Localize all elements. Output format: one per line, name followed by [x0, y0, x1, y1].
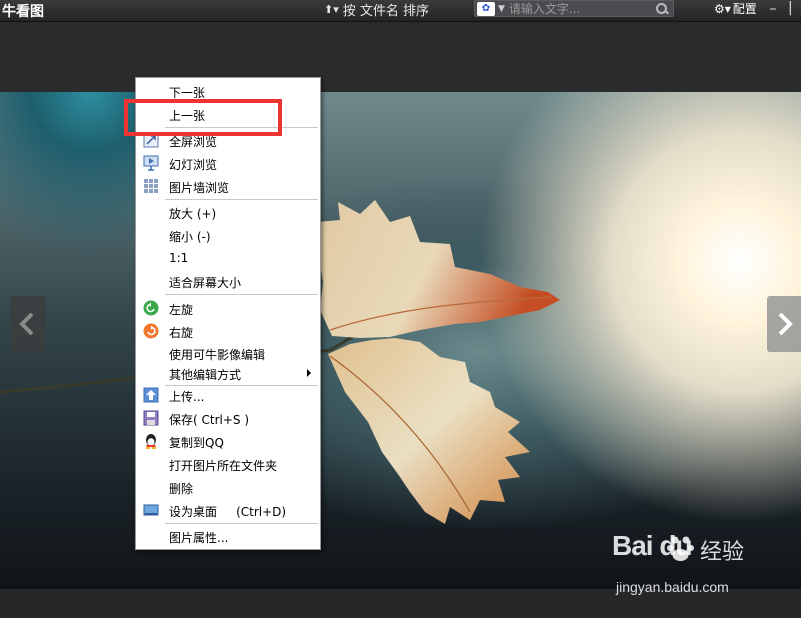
rotate-right-icon	[143, 323, 159, 339]
menu-item-label: 1:1	[169, 251, 189, 265]
menu-item-label: 设为桌面 (Ctrl+D)	[169, 505, 287, 519]
title-bar: 牛看图 ⬆▾ 按 文件名 排序 ✿ ▼ ⚙▾ 配置 – |	[0, 0, 801, 22]
menu-separator	[165, 199, 318, 200]
menu-item-label: 左旋	[169, 303, 194, 317]
search-box: ✿ ▼	[474, 0, 674, 17]
menu-item-label: 缩小 (-)	[169, 230, 211, 244]
image-viewer[interactable]	[0, 92, 801, 589]
chevron-left-icon	[19, 312, 34, 336]
menu-item-copy-to-qq[interactable]: 复制到QQ	[136, 430, 320, 452]
menu-item-zoom-out[interactable]: 缩小 (-)	[136, 224, 320, 246]
menu-item-label: 图片墙浏览	[169, 181, 230, 195]
menu-item-open-folder[interactable]: 打开图片所在文件夹	[136, 453, 320, 475]
chevron-right-icon	[778, 312, 793, 336]
slideshow-icon	[143, 155, 159, 171]
watermark-cn: 经验	[700, 540, 745, 565]
menu-item-edit-with-keniu[interactable]: 使用可牛影像编辑	[136, 342, 320, 364]
menu-item-slideshow[interactable]: 幻灯浏览	[136, 152, 320, 174]
upload-icon	[143, 387, 159, 403]
menu-item-label: 复制到QQ	[169, 436, 224, 450]
leaf-photo	[0, 200, 560, 524]
search-input[interactable]	[508, 1, 655, 16]
sort-button[interactable]: ⬆▾ 按 文件名 排序	[324, 0, 429, 19]
save-icon	[143, 410, 159, 426]
menu-item-upload[interactable]: 上传...	[136, 384, 320, 406]
baidu-paw-icon[interactable]: ✿	[477, 1, 495, 16]
context-menu: 下一张 上一张 全屏浏览 幻灯浏览 图片墙浏览 放大 (+) 缩小 (-) 1:…	[135, 77, 321, 550]
menu-item-picture-wall[interactable]: 图片墙浏览	[136, 175, 320, 197]
config-label: 配置	[732, 2, 757, 16]
highlight-box	[124, 99, 282, 136]
menu-item-label: 放大 (+)	[169, 207, 217, 221]
sort-label: 按 文件名 排序	[342, 4, 430, 19]
menu-item-other-edit[interactable]: 其他编辑方式	[136, 362, 320, 384]
menu-item-actual-size[interactable]: 1:1	[136, 247, 320, 269]
desktop-icon	[143, 504, 159, 516]
menu-item-save[interactable]: 保存( Ctrl+S )	[136, 407, 320, 429]
sort-arrow-icon: ⬆▾	[324, 3, 339, 16]
app-title: 牛看图	[2, 4, 44, 20]
menu-item-fit-screen[interactable]: 适合屏幕大小	[136, 270, 320, 292]
menu-item-rotate-right[interactable]: 右旋	[136, 320, 320, 342]
gear-icon: ⚙▾	[714, 1, 731, 16]
menu-separator	[165, 523, 318, 524]
menu-item-rotate-left[interactable]: 左旋	[136, 297, 320, 319]
previous-image-button[interactable]	[10, 296, 46, 352]
submenu-arrow-icon	[307, 369, 311, 377]
search-icon[interactable]	[655, 2, 669, 16]
baidu-paw-icon	[667, 536, 694, 561]
menu-item-label: 右旋	[169, 326, 194, 340]
menu-item-label: 上传...	[169, 390, 205, 404]
next-image-button[interactable]	[767, 296, 801, 352]
close-button[interactable]: |	[788, 0, 793, 16]
minimize-button[interactable]: –	[766, 1, 780, 17]
rotate-left-icon	[143, 300, 159, 316]
qq-icon	[145, 434, 157, 449]
watermark-url: jingyan.baidu.com	[616, 579, 729, 595]
menu-item-label: 保存( Ctrl+S )	[169, 413, 250, 427]
menu-item-properties[interactable]: 图片属性...	[136, 525, 320, 547]
menu-item-zoom-in[interactable]: 放大 (+)	[136, 201, 320, 223]
menu-item-label: 删除	[169, 482, 194, 496]
menu-separator	[165, 294, 318, 295]
menu-item-label: 图片属性...	[169, 531, 229, 545]
menu-item-label: 其他编辑方式	[169, 368, 242, 382]
menu-item-label: 打开图片所在文件夹	[169, 459, 278, 473]
picture-wall-icon	[144, 179, 158, 193]
chevron-down-icon[interactable]: ▼	[498, 4, 505, 14]
menu-item-label: 使用可牛影像编辑	[169, 348, 266, 362]
menu-item-delete[interactable]: 删除	[136, 476, 320, 498]
menu-item-label: 幻灯浏览	[169, 158, 218, 172]
menu-item-set-desktop[interactable]: 设为桌面 (Ctrl+D)	[136, 499, 320, 521]
menu-item-label: 适合屏幕大小	[169, 276, 242, 290]
config-button[interactable]: ⚙▾ 配置	[714, 0, 757, 17]
baidu-jingyan-watermark: Bai du 经验 jingyan.baidu.com	[612, 530, 792, 600]
